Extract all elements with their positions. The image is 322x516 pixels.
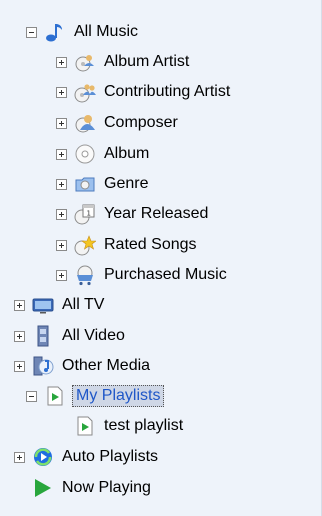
tree-item-label: All TV (62, 296, 105, 313)
expand-toggle[interactable] (14, 299, 25, 311)
svg-text:1: 1 (87, 210, 91, 218)
tree-item-contributing-artist[interactable]: Contributing Artist (56, 78, 232, 106)
tree-item-genre[interactable]: Genre (56, 170, 150, 198)
tree-item-purchased-music[interactable]: Purchased Music (56, 261, 229, 289)
tree-item-year-released[interactable]: 1 Year Released (56, 200, 210, 228)
collapse-toggle[interactable] (26, 26, 37, 38)
music-note-icon (44, 21, 66, 43)
tree-item-label: Year Released (104, 205, 209, 222)
genre-icon (74, 173, 96, 195)
tree-item-album-artist[interactable]: Album Artist (56, 48, 191, 76)
tree-item-album[interactable]: Album (56, 140, 151, 168)
expand-toggle[interactable] (56, 148, 67, 160)
tree-item-other-media[interactable]: Other Media (14, 352, 152, 380)
tree-item-label: Rated Songs (104, 236, 197, 253)
expand-toggle[interactable] (14, 360, 25, 372)
film-icon (32, 325, 54, 347)
tree-item-auto-playlists[interactable]: Auto Playlists (14, 443, 160, 471)
expand-toggle[interactable] (56, 56, 67, 68)
auto-playlist-icon (32, 446, 54, 468)
tree-item-label: Composer (104, 114, 178, 131)
collapse-toggle[interactable] (26, 390, 37, 402)
tree-item-label: test playlist (104, 417, 184, 434)
tree-item-label: Contributing Artist (104, 83, 231, 100)
playlist-icon (74, 415, 96, 437)
tree-item-all-music[interactable]: All Music (26, 18, 140, 46)
tree-item-now-playing[interactable]: Now Playing (32, 474, 153, 502)
tree-item-label: All Music (74, 23, 139, 40)
expand-toggle[interactable] (56, 239, 67, 251)
calendar-icon: 1 (74, 203, 96, 225)
playlist-icon (44, 385, 66, 407)
album-disc-icon (74, 143, 96, 165)
library-tree-panel: All Music Album Artist Contributing Arti… (0, 0, 322, 516)
expand-toggle[interactable] (56, 117, 67, 129)
tree-item-label: Genre (104, 175, 149, 192)
tree-item-test-playlist[interactable]: test playlist (74, 412, 185, 440)
contributing-artist-icon (74, 81, 96, 103)
tree-item-label: Now Playing (62, 479, 151, 496)
expand-toggle[interactable] (14, 451, 25, 463)
tree-item-label: Other Media (62, 357, 151, 374)
purchased-cart-icon (74, 264, 96, 286)
tv-icon (32, 294, 54, 316)
tree-item-all-video[interactable]: All Video (14, 322, 127, 350)
rated-star-icon (74, 234, 96, 256)
tree-item-label: All Video (62, 327, 125, 344)
expand-toggle[interactable] (56, 269, 67, 281)
tree-item-rated-songs[interactable]: Rated Songs (56, 231, 199, 259)
expand-toggle[interactable] (56, 178, 67, 190)
tree-item-label: My Playlists (72, 385, 165, 407)
tree-item-label: Album (104, 145, 150, 162)
album-artist-icon (74, 51, 96, 73)
tree-item-label: Purchased Music (104, 266, 227, 283)
tree-item-composer[interactable]: Composer (56, 109, 180, 137)
tree-item-all-tv[interactable]: All TV (14, 291, 106, 319)
now-playing-icon (32, 477, 54, 499)
tree-item-my-playlists[interactable]: My Playlists (26, 382, 165, 410)
expand-toggle[interactable] (56, 208, 67, 220)
composer-icon (74, 112, 96, 134)
expand-toggle[interactable] (56, 86, 67, 98)
expand-toggle[interactable] (14, 330, 25, 342)
tree-item-label: Auto Playlists (62, 448, 159, 465)
tree-item-label: Album Artist (104, 53, 190, 70)
other-media-icon (32, 355, 54, 377)
